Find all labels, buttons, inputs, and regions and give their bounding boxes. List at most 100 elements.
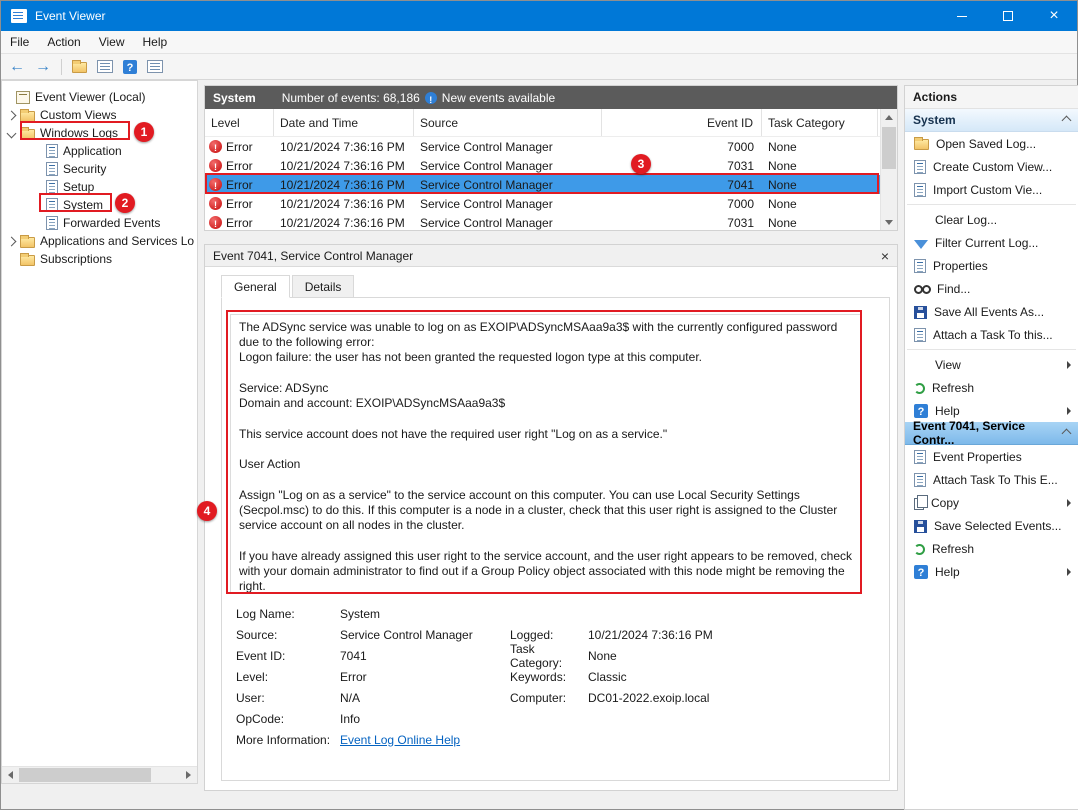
tree-horizontal-scrollbar[interactable] bbox=[2, 766, 197, 783]
tree-item-security[interactable]: Security bbox=[2, 160, 197, 178]
close-button[interactable]: × bbox=[1031, 1, 1077, 31]
column-header-source[interactable]: Source bbox=[414, 109, 602, 136]
annotation-box-system bbox=[39, 193, 112, 212]
column-header-event-id[interactable]: Event ID bbox=[602, 109, 762, 136]
console-tree-panel: Event Viewer (Local) Custom Views Window… bbox=[1, 80, 198, 784]
field-value: Error bbox=[340, 670, 510, 684]
action-event-properties[interactable]: Event Properties bbox=[905, 445, 1078, 468]
tree-item-label: Applications and Services Lo bbox=[40, 234, 194, 248]
forward-icon[interactable]: → bbox=[35, 59, 51, 75]
tree-item-subscriptions[interactable]: Subscriptions bbox=[2, 250, 197, 268]
event-row[interactable]: Error 10/21/2024 7:36:16 PM Service Cont… bbox=[205, 137, 880, 156]
tree-item-forwarded-events[interactable]: Forwarded Events bbox=[2, 214, 197, 232]
event-row[interactable]: Error 10/21/2024 7:36:16 PM Service Cont… bbox=[205, 194, 880, 213]
tab-details[interactable]: Details bbox=[292, 275, 355, 298]
collapse-icon[interactable] bbox=[1062, 115, 1072, 125]
detail-close-icon[interactable]: × bbox=[881, 249, 889, 263]
field-label: More Information: bbox=[236, 733, 340, 747]
tree-item-label: Event Viewer (Local) bbox=[35, 90, 146, 104]
action-help[interactable]: Help bbox=[905, 399, 1078, 422]
back-icon[interactable]: ← bbox=[9, 59, 25, 75]
events-vertical-scrollbar[interactable] bbox=[880, 109, 897, 230]
action-save-selected-events[interactable]: Save Selected Events... bbox=[905, 514, 1078, 537]
action-label: Refresh bbox=[932, 381, 974, 395]
action-view[interactable]: View bbox=[905, 353, 1078, 376]
cell-source: Service Control Manager bbox=[414, 159, 602, 173]
action-filter-current-log[interactable]: Filter Current Log... bbox=[905, 231, 1078, 254]
open-saved-log-toolbar-icon[interactable] bbox=[72, 62, 87, 73]
properties-icon bbox=[914, 259, 926, 273]
minimize-button[interactable] bbox=[939, 1, 985, 31]
cell-level: Error bbox=[205, 159, 274, 173]
console-tree: Event Viewer (Local) Custom Views Window… bbox=[2, 81, 197, 268]
scroll-right-button[interactable] bbox=[180, 767, 197, 783]
tree-item-label: Custom Views bbox=[40, 108, 116, 122]
field-value: Info bbox=[340, 712, 510, 726]
action-label: Refresh bbox=[932, 542, 974, 556]
field-value: None bbox=[588, 649, 889, 663]
menu-view[interactable]: View bbox=[90, 32, 134, 52]
action-refresh-event[interactable]: Refresh bbox=[905, 537, 1078, 560]
action-clear-log[interactable]: Clear Log... bbox=[905, 208, 1078, 231]
action-find[interactable]: Find... bbox=[905, 277, 1078, 300]
tree-item-label: Forwarded Events bbox=[63, 216, 160, 230]
action-copy[interactable]: Copy bbox=[905, 491, 1078, 514]
actions-section-event-7041[interactable]: Event 7041, Service Contr... bbox=[905, 422, 1078, 445]
menu-bar: File Action View Help bbox=[1, 31, 1077, 54]
cell-task-category: None bbox=[762, 197, 878, 211]
action-attach-task-to-event[interactable]: Attach Task To This E... bbox=[905, 468, 1078, 491]
folder-icon bbox=[20, 111, 35, 122]
tree-item-label: Subscriptions bbox=[40, 252, 112, 266]
error-icon bbox=[209, 159, 222, 172]
action-open-saved-log[interactable]: Open Saved Log... bbox=[905, 132, 1078, 155]
error-icon bbox=[209, 197, 222, 210]
show-console-tree-icon[interactable] bbox=[97, 60, 113, 73]
column-header-date[interactable]: Date and Time bbox=[274, 109, 414, 136]
field-label: Logged: bbox=[510, 628, 588, 642]
action-label: Properties bbox=[933, 259, 988, 273]
tree-item-event-viewer-local[interactable]: Event Viewer (Local) bbox=[2, 88, 197, 106]
scroll-up-button[interactable] bbox=[881, 109, 897, 125]
scroll-down-button[interactable] bbox=[881, 214, 897, 230]
actions-separator bbox=[907, 349, 1076, 350]
action-properties[interactable]: Properties bbox=[905, 254, 1078, 277]
action-refresh[interactable]: Refresh bbox=[905, 376, 1078, 399]
action-attach-task-to-log[interactable]: Attach a Task To this... bbox=[905, 323, 1078, 346]
maximize-button[interactable] bbox=[985, 1, 1031, 31]
tab-general[interactable]: General bbox=[221, 275, 290, 298]
show-action-pane-icon[interactable] bbox=[147, 60, 163, 73]
action-save-all-events-as[interactable]: Save All Events As... bbox=[905, 300, 1078, 323]
actions-panel-title: Actions bbox=[905, 86, 1078, 109]
save-icon bbox=[914, 520, 927, 533]
actions-section-system[interactable]: System bbox=[905, 109, 1078, 132]
field-label: User: bbox=[236, 691, 340, 705]
collapse-icon[interactable] bbox=[1062, 428, 1072, 438]
menu-action[interactable]: Action bbox=[38, 32, 89, 52]
chevron-right-icon[interactable] bbox=[7, 236, 17, 246]
menu-help[interactable]: Help bbox=[134, 32, 177, 52]
field-label: Log Name: bbox=[236, 607, 340, 621]
detail-title: Event 7041, Service Control Manager bbox=[213, 249, 413, 263]
tree-item-application[interactable]: Application bbox=[2, 142, 197, 160]
scrollbar-thumb[interactable] bbox=[19, 768, 151, 782]
help-toolbar-icon[interactable] bbox=[123, 60, 137, 74]
column-header-task-category[interactable]: Task Category bbox=[762, 109, 878, 136]
action-help-event[interactable]: Help bbox=[905, 560, 1078, 583]
cell-event-id: 7000 bbox=[602, 197, 762, 211]
event-log-online-help-link[interactable]: Event Log Online Help bbox=[340, 733, 510, 747]
chevron-right-icon[interactable] bbox=[7, 110, 17, 120]
scroll-left-button[interactable] bbox=[2, 767, 19, 783]
menu-file[interactable]: File bbox=[1, 32, 38, 52]
tree-item-applications-and-services[interactable]: Applications and Services Lo bbox=[2, 232, 197, 250]
minimize-icon bbox=[957, 16, 967, 17]
event-row[interactable]: Error 10/21/2024 7:36:16 PM Service Cont… bbox=[205, 213, 880, 231]
action-create-custom-view[interactable]: Create Custom View... bbox=[905, 155, 1078, 178]
event-log-icon bbox=[46, 144, 58, 158]
action-label: Save Selected Events... bbox=[934, 519, 1061, 533]
action-import-custom-view[interactable]: Import Custom Vie... bbox=[905, 178, 1078, 201]
chevron-down-icon[interactable] bbox=[7, 128, 17, 138]
scrollbar-thumb[interactable] bbox=[882, 127, 896, 169]
attach-task-icon bbox=[914, 328, 926, 342]
column-header-level[interactable]: Level bbox=[205, 109, 274, 136]
detail-tabs: General Details bbox=[221, 275, 356, 298]
